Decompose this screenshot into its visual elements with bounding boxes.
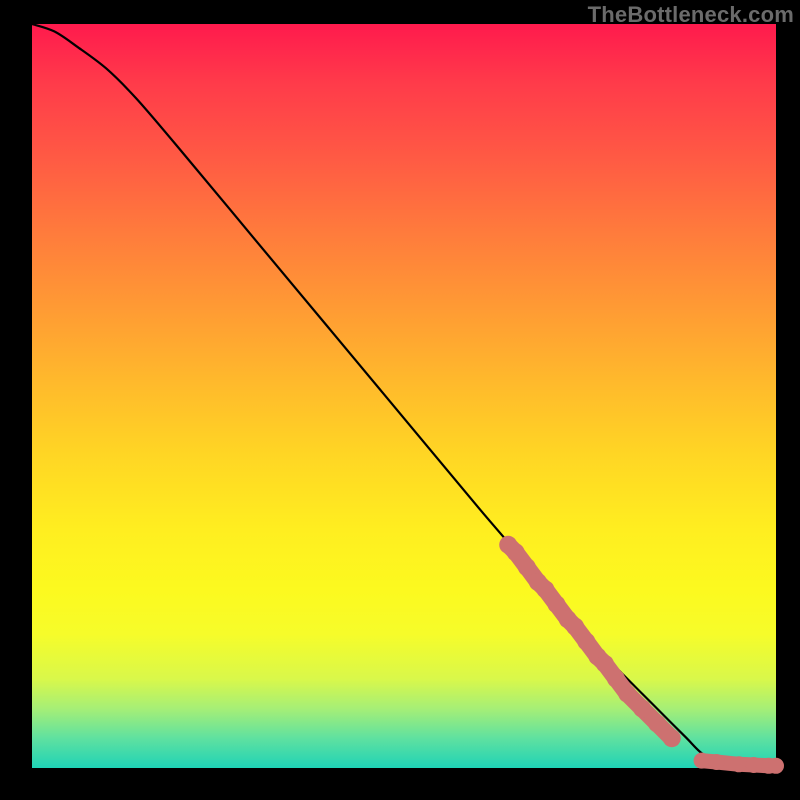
data-marker	[536, 580, 554, 598]
data-marker	[518, 558, 536, 576]
marker-group	[499, 536, 784, 774]
data-marker	[507, 543, 525, 561]
data-marker	[694, 753, 710, 769]
chart-stage: TheBottleneck.com	[0, 0, 800, 800]
data-marker	[548, 595, 566, 613]
bottleneck-curve	[32, 24, 776, 766]
data-marker	[596, 655, 614, 673]
data-marker	[648, 714, 666, 732]
data-marker	[663, 729, 681, 747]
curve-group	[32, 24, 776, 766]
data-marker	[768, 758, 784, 774]
data-marker	[577, 633, 595, 651]
data-marker	[618, 685, 636, 703]
data-marker	[709, 754, 725, 770]
data-marker	[746, 757, 762, 773]
data-marker	[731, 756, 747, 772]
data-marker	[566, 618, 584, 636]
plot-area	[32, 24, 776, 768]
data-marker	[607, 670, 625, 688]
chart-svg	[32, 24, 776, 768]
data-marker	[633, 700, 651, 718]
